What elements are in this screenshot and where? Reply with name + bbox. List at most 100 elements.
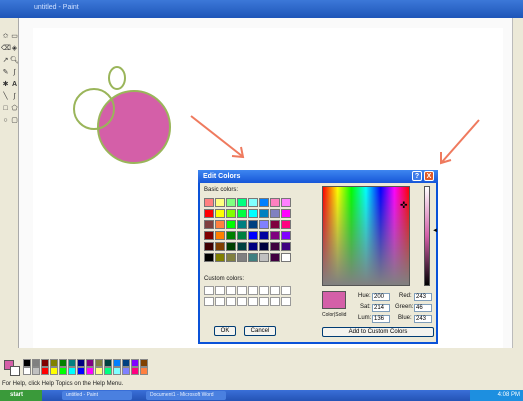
basic-color-swatch[interactable]	[270, 253, 280, 262]
basic-color-swatch[interactable]	[281, 242, 291, 251]
basic-color-swatch[interactable]	[281, 209, 291, 218]
custom-color-swatch[interactable]	[204, 297, 214, 306]
palette-swatch[interactable]	[104, 359, 112, 367]
basic-color-swatch[interactable]	[215, 242, 225, 251]
select-rect-icon[interactable]: ▭	[10, 32, 19, 41]
custom-color-swatch[interactable]	[281, 297, 291, 306]
basic-color-swatch[interactable]	[259, 209, 269, 218]
palette-swatch[interactable]	[41, 359, 49, 367]
palette-swatch[interactable]	[77, 359, 85, 367]
palette-swatch[interactable]	[32, 359, 40, 367]
hue-field[interactable]: 200	[372, 293, 390, 301]
ellipse-icon[interactable]: ○	[1, 116, 10, 125]
basic-color-swatch[interactable]	[215, 209, 225, 218]
green-field[interactable]: 46	[414, 304, 432, 312]
palette-swatch[interactable]	[68, 367, 76, 375]
basic-color-swatch[interactable]	[204, 231, 214, 240]
custom-color-swatch[interactable]	[226, 297, 236, 306]
basic-color-swatch[interactable]	[281, 198, 291, 207]
custom-color-swatch[interactable]	[270, 297, 280, 306]
basic-color-swatch[interactable]	[226, 198, 236, 207]
help-button[interactable]: ?	[412, 171, 422, 181]
palette-swatch[interactable]	[104, 367, 112, 375]
basic-color-swatch[interactable]	[270, 231, 280, 240]
basic-color-swatch[interactable]	[259, 253, 269, 262]
palette-swatch[interactable]	[122, 359, 130, 367]
start-button[interactable]: start	[0, 390, 42, 401]
basic-color-swatch[interactable]	[248, 242, 258, 251]
task-paint[interactable]: untitled - Paint	[62, 391, 132, 400]
basic-color-swatch[interactable]	[248, 209, 258, 218]
custom-color-swatch[interactable]	[259, 297, 269, 306]
red-field[interactable]: 243	[414, 293, 432, 301]
brush-icon[interactable]: ∫	[10, 68, 19, 77]
basic-color-swatch[interactable]	[270, 198, 280, 207]
line-icon[interactable]: ╲	[1, 92, 10, 101]
palette-swatch[interactable]	[140, 367, 148, 375]
palette-swatch[interactable]	[113, 359, 121, 367]
ok-button[interactable]: OK	[214, 326, 236, 336]
magnifier-icon[interactable]: 🔍︎	[10, 56, 19, 65]
basic-color-swatch[interactable]	[259, 242, 269, 251]
palette-swatch[interactable]	[23, 359, 31, 367]
add-to-custom-colors-button[interactable]: Add to Custom Colors	[322, 327, 434, 337]
curve-icon[interactable]: ∫	[10, 92, 19, 101]
basic-color-swatch[interactable]	[215, 198, 225, 207]
basic-color-swatch[interactable]	[237, 220, 247, 229]
basic-color-swatch[interactable]	[226, 209, 236, 218]
vertical-scrollbar[interactable]	[512, 18, 523, 348]
luminance-slider[interactable]	[424, 186, 430, 286]
select-free-icon[interactable]: ✩	[1, 32, 10, 41]
basic-color-swatch[interactable]	[270, 220, 280, 229]
sat-field[interactable]: 214	[372, 304, 390, 312]
cancel-button[interactable]: Cancel	[244, 326, 276, 336]
airbrush-icon[interactable]: ✱	[1, 80, 10, 89]
basic-color-swatch[interactable]	[204, 242, 214, 251]
palette-swatch[interactable]	[95, 367, 103, 375]
basic-color-swatch[interactable]	[248, 253, 258, 262]
basic-color-swatch[interactable]	[237, 198, 247, 207]
custom-color-swatch[interactable]	[237, 286, 247, 295]
pencil-icon[interactable]: ✎	[1, 68, 10, 77]
basic-color-swatch[interactable]	[215, 220, 225, 229]
basic-color-swatch[interactable]	[226, 253, 236, 262]
basic-color-swatch[interactable]	[281, 253, 291, 262]
palette-swatch[interactable]	[32, 367, 40, 375]
basic-color-swatch[interactable]	[270, 209, 280, 218]
palette-swatch[interactable]	[140, 359, 148, 367]
basic-color-swatch[interactable]	[281, 220, 291, 229]
basic-color-swatch[interactable]	[259, 231, 269, 240]
basic-color-swatch[interactable]	[237, 253, 247, 262]
palette-swatch[interactable]	[50, 359, 58, 367]
palette-swatch[interactable]	[113, 367, 121, 375]
palette-swatch[interactable]	[77, 367, 85, 375]
basic-color-swatch[interactable]	[248, 220, 258, 229]
eraser-icon[interactable]: ⌫	[1, 44, 11, 53]
palette-swatch[interactable]	[95, 359, 103, 367]
basic-color-swatch[interactable]	[237, 209, 247, 218]
palette-swatch[interactable]	[131, 359, 139, 367]
close-button[interactable]: X	[424, 171, 434, 181]
basic-color-swatch[interactable]	[204, 198, 214, 207]
color-spectrum[interactable]	[322, 186, 410, 286]
task-word[interactable]: Document1 - Microsoft Word	[146, 391, 226, 400]
basic-color-swatch[interactable]	[281, 231, 291, 240]
palette-swatch[interactable]	[59, 367, 67, 375]
custom-color-swatch[interactable]	[204, 286, 214, 295]
palette-swatch[interactable]	[122, 367, 130, 375]
basic-color-swatch[interactable]	[215, 253, 225, 262]
basic-color-swatch[interactable]	[270, 242, 280, 251]
palette-swatch[interactable]	[23, 367, 31, 375]
basic-color-swatch[interactable]	[259, 198, 269, 207]
basic-color-swatch[interactable]	[204, 253, 214, 262]
text-icon[interactable]: A	[10, 80, 19, 89]
rectangle-icon[interactable]: □	[1, 104, 10, 113]
basic-color-swatch[interactable]	[248, 198, 258, 207]
fill-icon[interactable]: ◈	[10, 44, 19, 53]
basic-color-swatch[interactable]	[204, 209, 214, 218]
color-picker-icon[interactable]: ↗	[1, 56, 10, 65]
blue-field[interactable]: 243	[414, 315, 432, 323]
luminance-arrow-icon[interactable]: ◄	[432, 228, 438, 234]
basic-color-swatch[interactable]	[226, 242, 236, 251]
rounded-rect-icon[interactable]: ▢	[10, 116, 19, 125]
